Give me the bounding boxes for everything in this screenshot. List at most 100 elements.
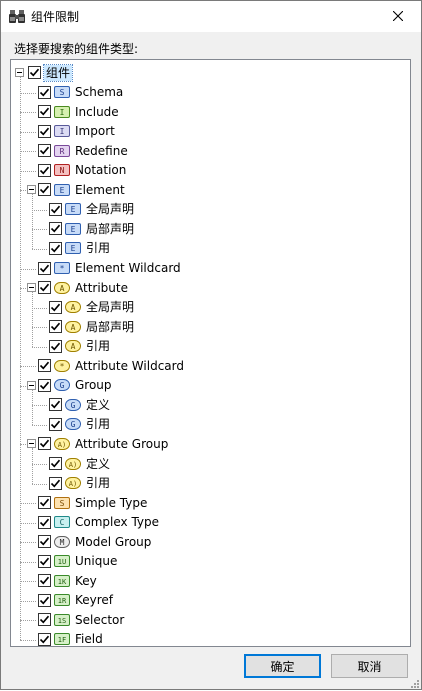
tree-connector (32, 483, 47, 485)
tree-connector (20, 581, 36, 583)
cancel-button[interactable]: 取消 (331, 654, 408, 678)
close-button[interactable] (375, 1, 421, 32)
tree-item-group[interactable]: G Group (38, 376, 114, 395)
tree-item-attribute-wildcard[interactable]: * Attribute Wildcard (38, 356, 186, 375)
tree-item-import-checkbox[interactable] (38, 124, 51, 138)
binoculars-icon (9, 8, 25, 24)
svg-text:1F: 1F (58, 636, 66, 644)
tree-item-element-local[interactable]: E 局部声明 (49, 219, 136, 238)
tree-item-element-wildcard-label: Element Wildcard (75, 261, 181, 275)
svg-text:G: G (71, 420, 76, 429)
tree-item-redefine[interactable]: R Redefine (38, 141, 130, 160)
tree-item-key-checkbox[interactable] (38, 574, 51, 588)
tree-item-key[interactable]: 1K Key (38, 571, 99, 590)
tree-item-attribute-checkbox[interactable] (38, 281, 51, 295)
tree-item-attribute-local-checkbox[interactable] (49, 320, 62, 334)
tree-item-element-collapse-icon[interactable] (27, 185, 36, 195)
tree-item-element-ref-checkbox[interactable] (49, 241, 62, 255)
tree-item-keyref-checkbox[interactable] (38, 593, 51, 607)
tree-item-group-def-checkbox[interactable] (49, 398, 62, 412)
tree-item-redefine-label: Redefine (75, 143, 128, 158)
tree-item-group-def-label: 定义 (86, 397, 111, 412)
tree-item-attrgroup-ref[interactable]: A) 引用 (49, 474, 112, 493)
tree-item-attribute-global[interactable]: A 全局声明 (49, 298, 136, 317)
tree-item-selector-label: Selector (75, 612, 125, 627)
tree-item-attrgroup-def-label: 定义 (86, 456, 111, 471)
tree-item-attribute-group-collapse-icon[interactable] (27, 439, 36, 449)
tree-item-key-icon: 1K (54, 574, 70, 587)
tree-connector (32, 248, 47, 250)
tree-item-attribute-ref-checkbox[interactable] (49, 339, 62, 353)
svg-text:*: * (60, 264, 65, 273)
tree-item-selector-checkbox[interactable] (38, 613, 51, 627)
prompt-label: 选择要搜索的组件类型: (14, 42, 139, 56)
tree-item-attrgroup-def[interactable]: A) 定义 (49, 454, 112, 473)
tree-item-schema-checkbox[interactable] (38, 85, 51, 99)
tree-item-element-global-checkbox[interactable] (49, 202, 62, 216)
tree-connector (20, 522, 36, 524)
tree-item-selector[interactable]: 1S Selector (38, 610, 126, 629)
tree-item-attribute-wildcard-checkbox[interactable] (38, 359, 51, 373)
tree-item-element-wildcard[interactable]: * Element Wildcard (38, 259, 183, 278)
component-type-tree[interactable]: 组件 S Schema I Include I Import R Redefine N Notati… (10, 59, 411, 647)
tree-item-notation-checkbox[interactable] (38, 163, 51, 177)
tree-item-element[interactable]: E Element (38, 180, 127, 199)
svg-text:E: E (71, 205, 76, 214)
tree-item-attribute-ref[interactable]: A 引用 (49, 337, 112, 356)
tree-item-include[interactable]: I Include (38, 102, 121, 121)
window-title: 组件限制 (31, 10, 80, 24)
tree-item-attribute-local[interactable]: A 局部声明 (49, 317, 136, 336)
tree-item-complex-type[interactable]: C Complex Type (38, 513, 161, 532)
tree-item-selector-icon: 1S (54, 613, 70, 626)
ok-button[interactable]: 确定 (244, 654, 321, 678)
svg-text:1U: 1U (58, 558, 66, 566)
tree-item-group-collapse-icon[interactable] (27, 380, 36, 390)
tree-item-attribute-label: Attribute (75, 280, 128, 295)
tree-item-attribute-collapse-icon[interactable] (27, 283, 36, 293)
tree-connector (32, 209, 47, 211)
tree-item-field[interactable]: 1F Field (38, 630, 105, 646)
tree-item-attribute-group[interactable]: A) Attribute Group (38, 434, 170, 453)
svg-text:A): A) (58, 441, 66, 449)
svg-text:E: E (60, 186, 65, 195)
tree-item-element-ref[interactable]: E 引用 (49, 239, 112, 258)
tree-root-collapse-icon[interactable] (15, 68, 24, 77)
tree-item-model-group[interactable]: M Model Group (38, 532, 153, 551)
tree-item-attribute-group-checkbox[interactable] (38, 437, 51, 451)
tree-item-import[interactable]: I Import (38, 122, 117, 141)
tree-item-complex-type-checkbox[interactable] (38, 515, 51, 529)
tree-item-attribute-wildcard-icon: * (54, 359, 70, 372)
tree-item-group-checkbox[interactable] (38, 378, 51, 392)
tree-item-element-checkbox[interactable] (38, 183, 51, 197)
resize-grip-icon[interactable] (409, 677, 419, 688)
tree-item-model-group-checkbox[interactable] (38, 535, 51, 549)
tree-item-simple-type[interactable]: S Simple Type (38, 493, 149, 512)
tree-item-keyref[interactable]: 1R Keyref (38, 591, 115, 610)
tree-root[interactable]: 组件 (28, 63, 74, 82)
tree-item-unique[interactable]: 1U Unique (38, 552, 119, 571)
tree-item-notation[interactable]: N Notation (38, 161, 128, 180)
tree-root-checkbox[interactable] (28, 66, 41, 79)
tree-item-include-label: Include (75, 104, 119, 119)
tree-item-simple-type-checkbox[interactable] (38, 496, 51, 510)
tree-item-redefine-checkbox[interactable] (38, 144, 51, 158)
tree-root-label: 组件 (42, 63, 74, 82)
tree-item-unique-checkbox[interactable] (38, 554, 51, 568)
tree-item-element-local-checkbox[interactable] (49, 222, 62, 236)
tree-item-group-def[interactable]: G 定义 (49, 395, 112, 414)
tree-item-attribute-ref-label: 引用 (86, 339, 111, 354)
tree-item-element-global[interactable]: E 全局声明 (49, 200, 136, 219)
tree-item-import-label: Import (75, 124, 115, 139)
tree-item-group-ref[interactable]: G 引用 (49, 415, 112, 434)
tree-item-element-wildcard-checkbox[interactable] (38, 261, 51, 275)
tree-item-field-checkbox[interactable] (38, 632, 51, 646)
tree-item-attribute-global-checkbox[interactable] (49, 300, 62, 314)
tree-item-attrgroup-ref-checkbox[interactable] (49, 476, 62, 490)
tree-item-schema[interactable]: S Schema (38, 83, 125, 102)
tree-item-group-ref-checkbox[interactable] (49, 417, 62, 431)
tree-item-include-checkbox[interactable] (38, 105, 51, 119)
tree-item-attribute[interactable]: A Attribute (38, 278, 130, 297)
tree-item-attrgroup-def-checkbox[interactable] (49, 457, 62, 470)
close-icon (392, 10, 404, 24)
tree-connector (32, 194, 33, 249)
